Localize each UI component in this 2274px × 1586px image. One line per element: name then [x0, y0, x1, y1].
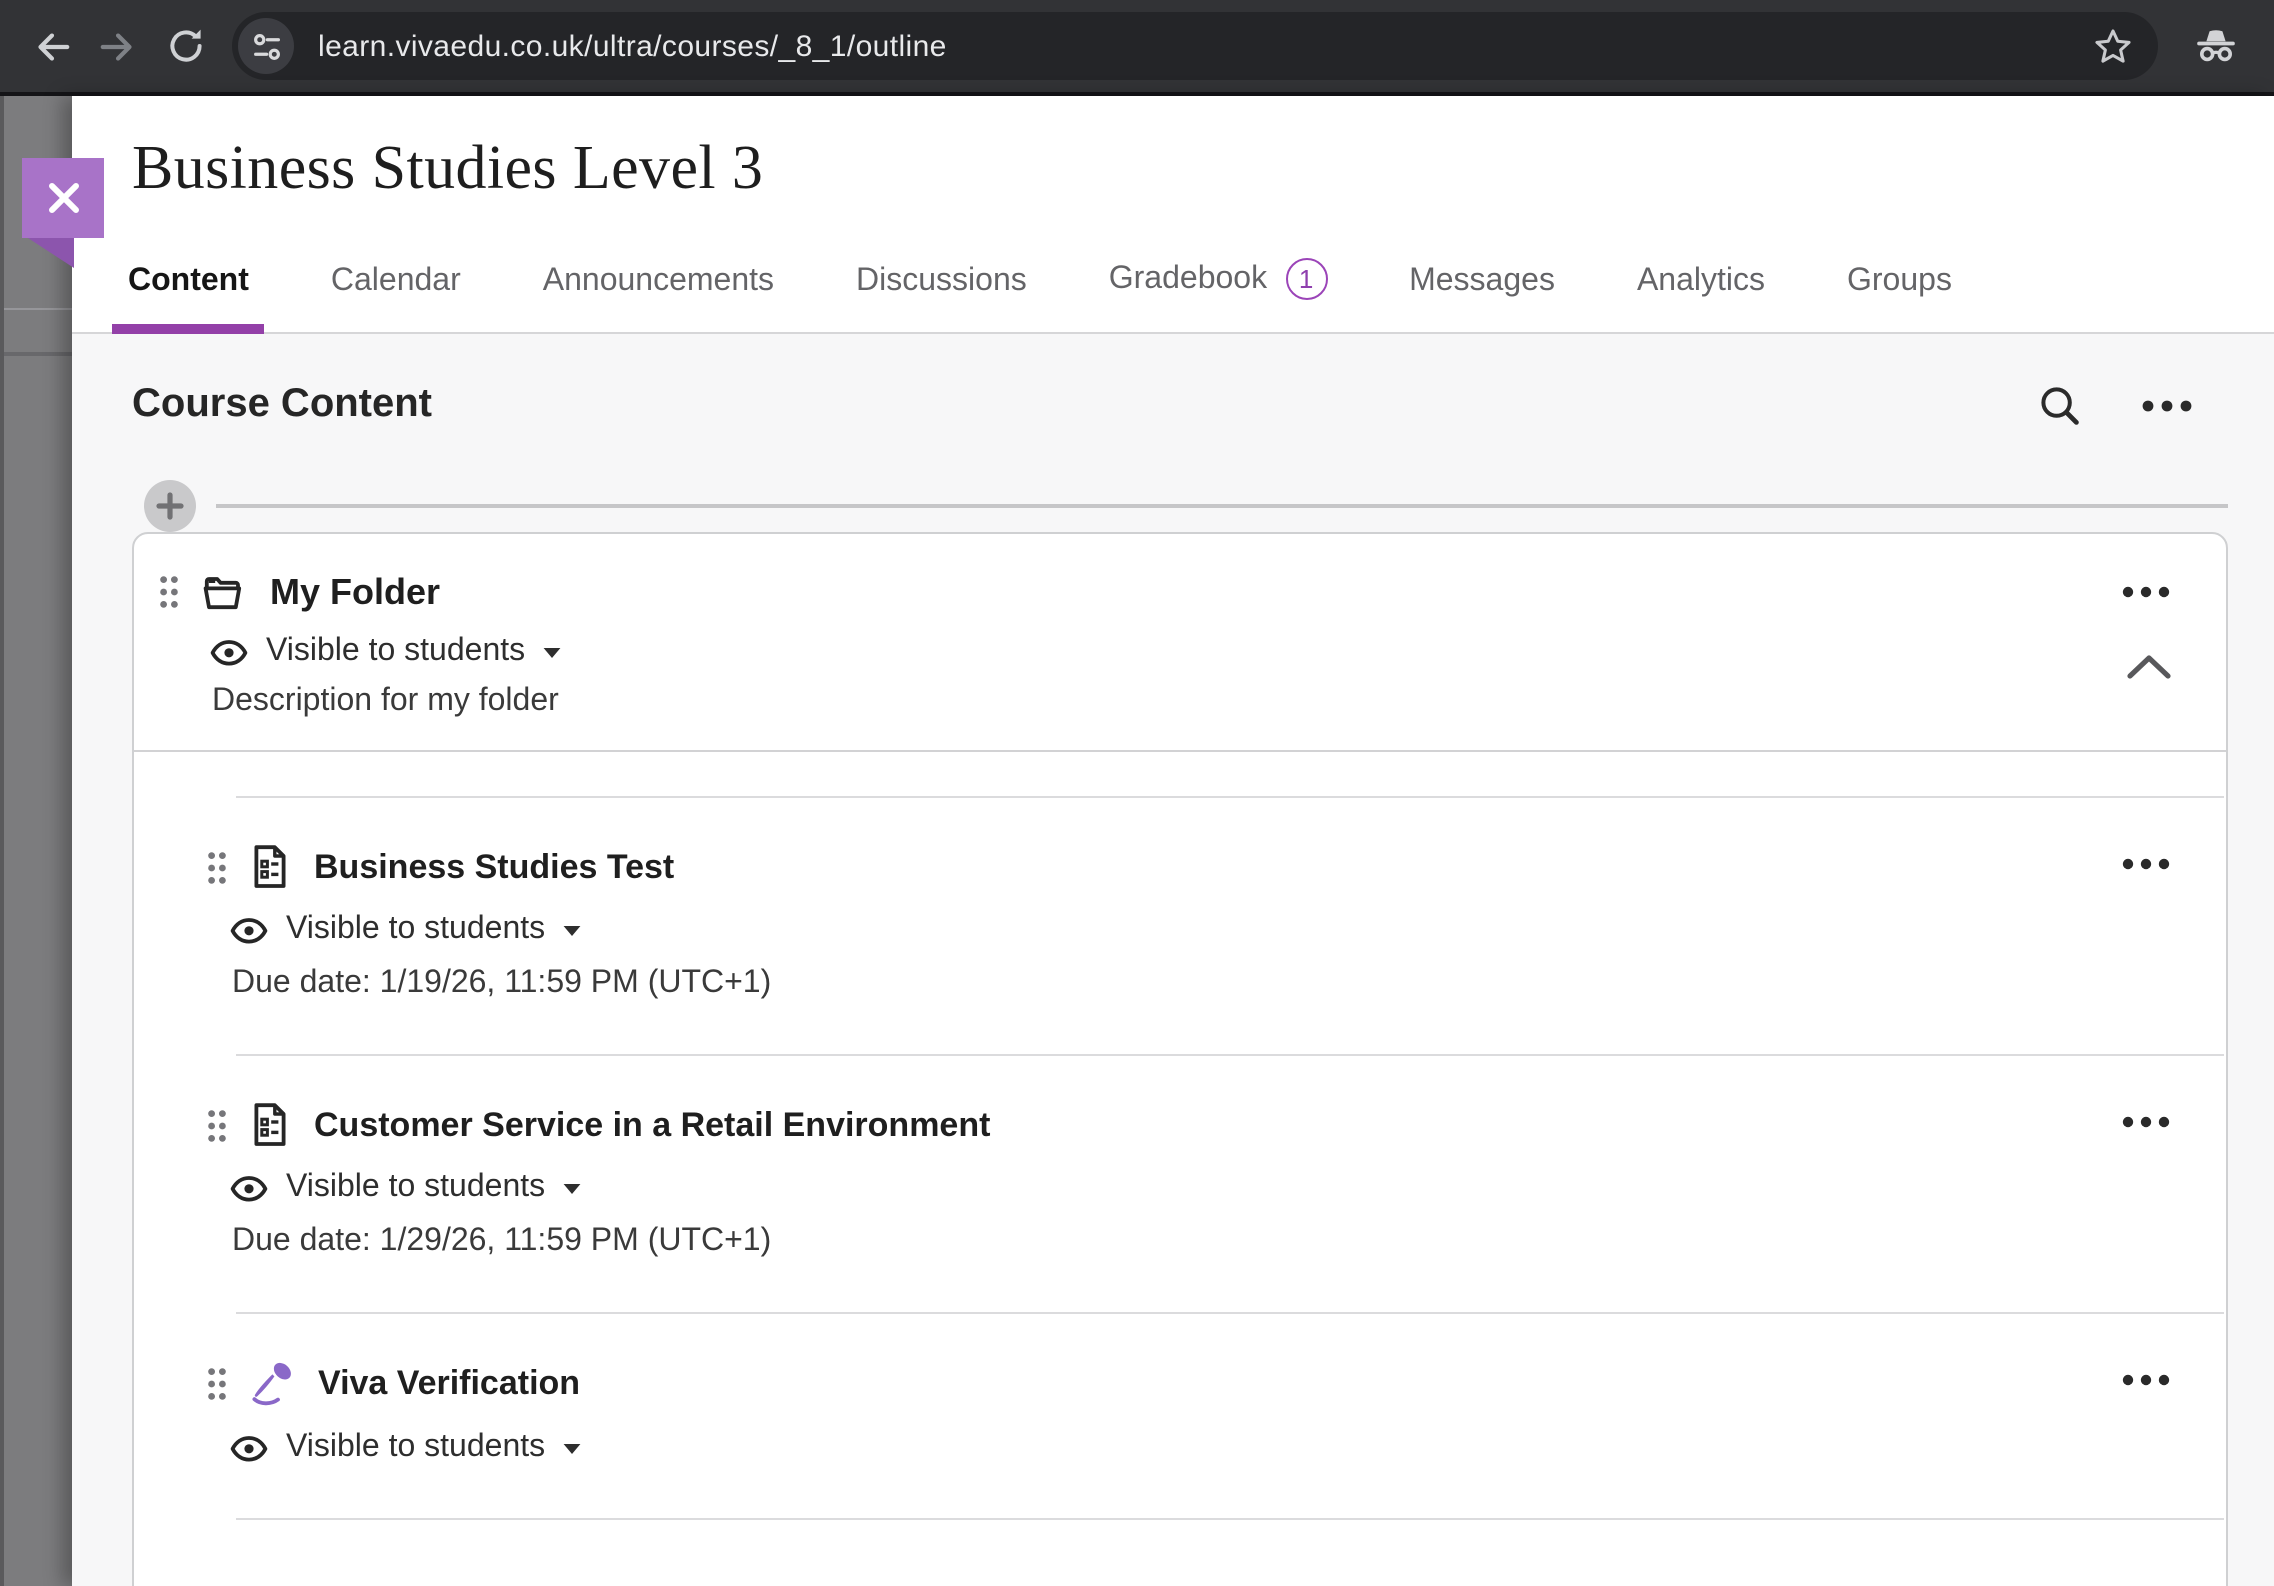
content-item-viva-verification[interactable]: Viva Verification Visible to students — [206, 1312, 2226, 1518]
content-more-options-button[interactable] — [2142, 399, 2192, 411]
folder-card: My Folder Visible to students Descriptio… — [132, 532, 2228, 1586]
drag-handle-icon[interactable] — [206, 849, 228, 885]
strip-divider — [4, 352, 72, 356]
item-visibility-dropdown[interactable]: Visible to students — [230, 1430, 2226, 1466]
drag-handle-icon[interactable] — [158, 574, 180, 610]
test-document-icon — [246, 1100, 294, 1150]
incognito-icon — [2192, 22, 2240, 70]
panel-header: Business Studies Level 3 — [72, 96, 2274, 240]
visibility-eye-icon — [210, 637, 248, 667]
chevron-up-icon — [2126, 654, 2172, 680]
browser-toolbar: learn.vivaedu.co.uk/ultra/courses/_8_1/o… — [0, 0, 2274, 96]
forward-icon — [97, 25, 139, 67]
item-title[interactable]: Customer Service in a Retail Environment — [314, 1105, 990, 1145]
more-options-icon — [2122, 1116, 2170, 1128]
item-more-options-button[interactable] — [2122, 1360, 2170, 1396]
card-bottom-space — [134, 1520, 2226, 1586]
drag-handle-icon[interactable] — [206, 1366, 228, 1402]
add-content-button[interactable] — [144, 480, 196, 532]
tune-icon — [251, 31, 281, 61]
chevron-down-icon — [561, 1181, 581, 1195]
close-panel-button[interactable] — [22, 158, 104, 238]
visibility-eye-icon — [230, 915, 268, 945]
tab-calendar[interactable]: Calendar — [315, 264, 477, 334]
item-title[interactable]: Viva Verification — [318, 1364, 580, 1404]
screen: learn.vivaedu.co.uk/ultra/courses/_8_1/o… — [0, 0, 2274, 1586]
content-item-business-studies-test[interactable]: Business Studies Test Visible to student… — [206, 796, 2226, 1054]
more-options-icon — [2122, 1374, 2170, 1386]
tab-gradebook[interactable]: Gradebook 1 — [1093, 258, 1343, 334]
search-button[interactable] — [2038, 383, 2082, 427]
search-icon — [2038, 383, 2082, 427]
forward-button[interactable] — [84, 12, 152, 80]
course-tab-bar: Content Calendar Announcements Discussio… — [72, 240, 2274, 334]
background-page-strip — [0, 96, 72, 1586]
gradebook-count-badge: 1 — [1285, 258, 1327, 300]
item-visibility-dropdown[interactable]: Visible to students — [230, 912, 2226, 948]
page-title: Business Studies Level 3 — [132, 132, 763, 204]
item-visibility-label: Visible to students — [286, 1170, 545, 1206]
tab-discussions[interactable]: Discussions — [840, 264, 1043, 334]
folder-visibility-label: Visible to students — [266, 634, 525, 670]
strip-edge — [0, 96, 4, 1586]
tab-messages[interactable]: Messages — [1393, 264, 1571, 334]
test-document-icon — [246, 842, 294, 892]
item-visibility-label: Visible to students — [286, 912, 545, 948]
strip-divider — [4, 308, 72, 310]
drag-handle-icon[interactable] — [206, 1107, 228, 1143]
back-icon — [29, 25, 71, 67]
visibility-eye-icon — [230, 1173, 268, 1203]
chevron-down-icon — [541, 645, 561, 659]
folder-visibility-dropdown[interactable]: Visible to students — [210, 634, 1986, 670]
tab-groups[interactable]: Groups — [1831, 264, 1968, 334]
address-bar[interactable]: learn.vivaedu.co.uk/ultra/courses/_8_1/o… — [232, 12, 2158, 80]
folder-description: Description for my folder — [212, 684, 1986, 720]
item-title[interactable]: Business Studies Test — [314, 847, 674, 887]
chevron-down-icon — [561, 923, 581, 937]
tab-analytics[interactable]: Analytics — [1621, 264, 1781, 334]
site-settings-button[interactable] — [238, 18, 294, 74]
more-options-icon — [2142, 399, 2192, 411]
incognito-indicator — [2182, 12, 2250, 80]
item-more-options-button[interactable] — [2122, 1102, 2170, 1138]
folder-more-options-button[interactable] — [2122, 572, 2170, 608]
item-due-date: Due date: 1/29/26, 11:59 PM (UTC+1) — [232, 1224, 2226, 1260]
add-content-row — [132, 480, 2228, 532]
tab-content[interactable]: Content — [112, 264, 265, 334]
bookmark-star-icon — [2092, 25, 2134, 67]
content-title: Course Content — [132, 382, 432, 428]
close-icon — [43, 178, 83, 218]
url-text[interactable]: learn.vivaedu.co.uk/ultra/courses/_8_1/o… — [318, 29, 2076, 63]
reload-icon — [166, 26, 206, 66]
visibility-eye-icon — [230, 1433, 268, 1463]
item-due-date: Due date: 1/19/26, 11:59 PM (UTC+1) — [232, 966, 2226, 1002]
content-header: Course Content — [132, 382, 2228, 428]
reload-button[interactable] — [152, 12, 220, 80]
folder-children-list: Business Studies Test Visible to student… — [206, 752, 2226, 1520]
content-item-customer-service[interactable]: Customer Service in a Retail Environment… — [206, 1054, 2226, 1312]
folder-icon — [200, 568, 250, 616]
tab-announcements[interactable]: Announcements — [527, 264, 790, 334]
bookmark-button[interactable] — [2092, 25, 2134, 67]
add-content-divider — [216, 504, 2228, 508]
item-visibility-dropdown[interactable]: Visible to students — [230, 1170, 2226, 1206]
chevron-down-icon — [561, 1441, 581, 1455]
more-options-icon — [2122, 858, 2170, 870]
microphone-icon — [246, 1358, 298, 1410]
item-more-options-button[interactable] — [2122, 844, 2170, 880]
more-options-icon — [2122, 586, 2170, 598]
item-visibility-label: Visible to students — [286, 1430, 545, 1466]
course-panel: Business Studies Level 3 Content Calenda… — [72, 96, 2274, 1586]
folder-header[interactable]: My Folder Visible to students Descriptio… — [134, 534, 2226, 752]
plus-icon — [156, 492, 184, 520]
course-content-area: Course Content — [72, 334, 2274, 1586]
folder-collapse-button[interactable] — [2126, 654, 2172, 690]
folder-title[interactable]: My Folder — [270, 571, 440, 613]
back-button[interactable] — [16, 12, 84, 80]
